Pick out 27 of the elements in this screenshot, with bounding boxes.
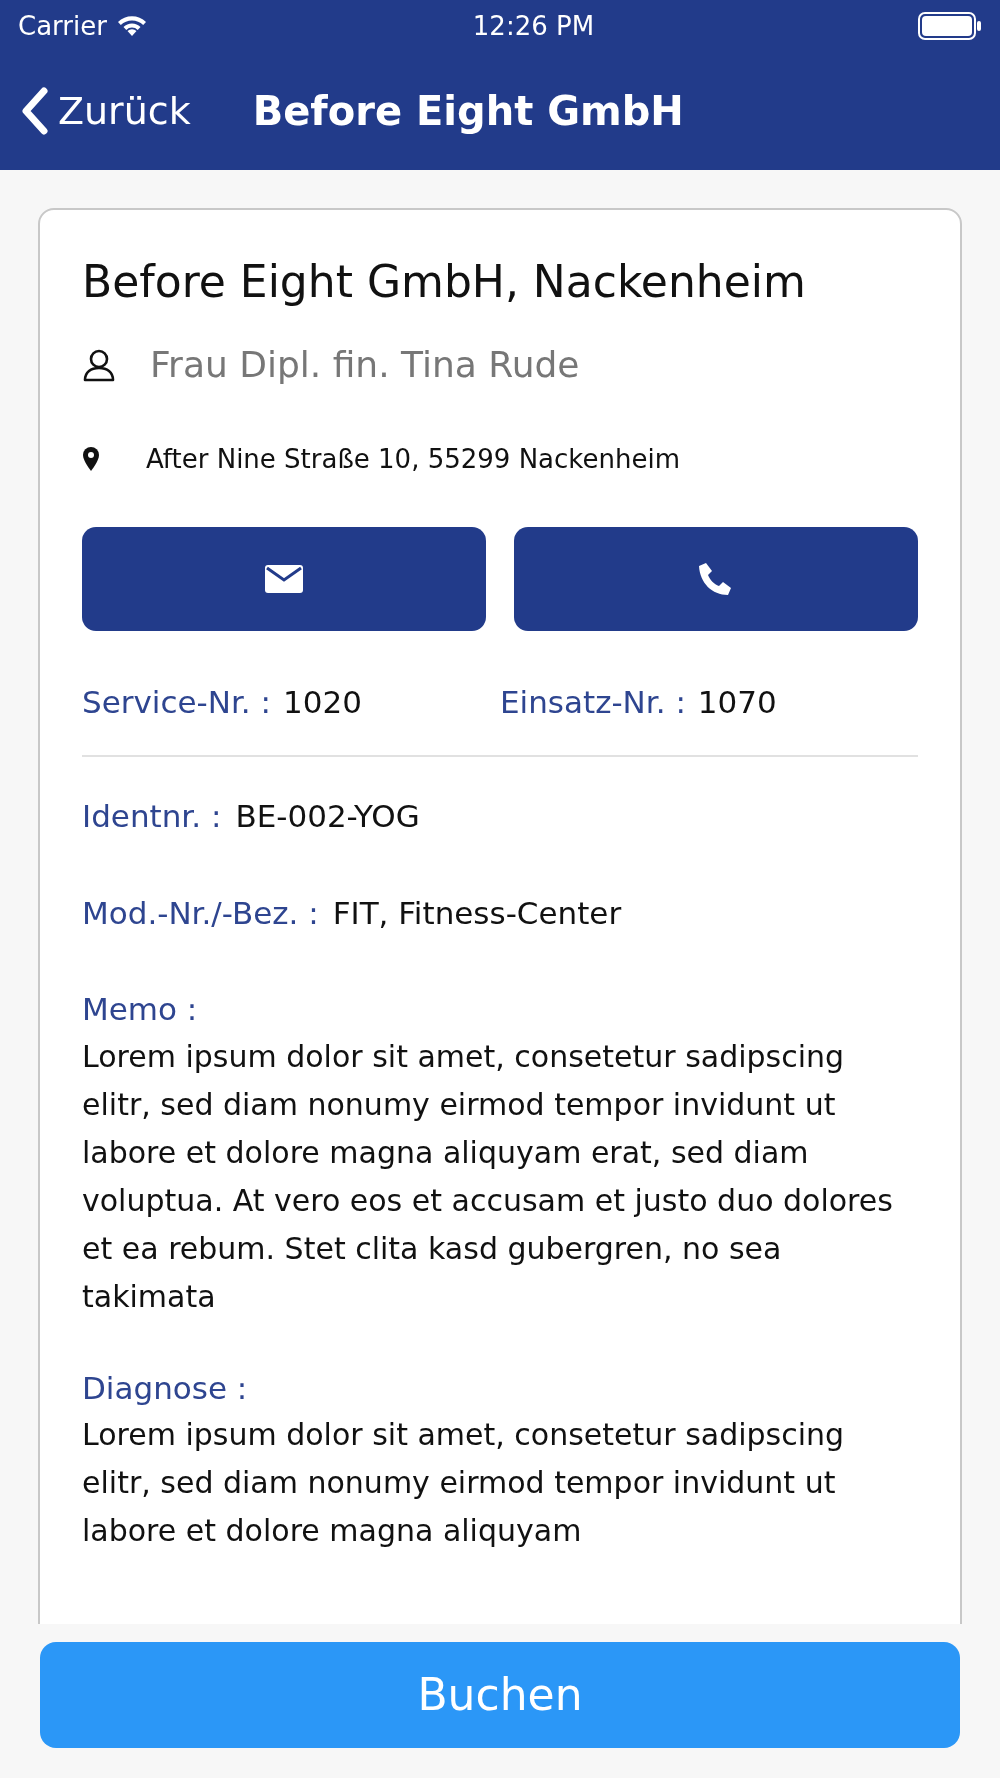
customer-name: Before Eight GmbH, Nackenheim bbox=[82, 255, 807, 309]
contact-person: Frau Dipl. fin. Tina Rude bbox=[150, 342, 580, 387]
field-label: Einsatz-Nr. : bbox=[500, 682, 686, 722]
field-value: FIT, Fitness-Center bbox=[332, 893, 622, 933]
chevron-left-icon bbox=[20, 87, 50, 135]
email-button[interactable] bbox=[82, 526, 486, 631]
field-text: Lorem ipsum dolor sit amet, consetetur sadipscing elitr, sed diam nonumy eirmod tempor invidunt ut labore et dolore magna aliquyam erat, sed diam voluptua. At vero eos et accusam et justo duo dolores et ea rebum. Stet clita kasd gubergren, no sea takimata bbox=[82, 1037, 894, 1316]
carrier-name: Carrier bbox=[18, 9, 107, 43]
field-label: Service-Nr. : bbox=[82, 682, 271, 722]
field-label: Diagnose : bbox=[82, 1368, 249, 1408]
address: After Nine Straße 10, 55299 Nackenheim bbox=[146, 442, 680, 476]
field-value: BE-002-YOG bbox=[235, 797, 420, 837]
field-label: Mod.-Nr./-Bez. : bbox=[82, 893, 319, 933]
person-icon bbox=[82, 347, 116, 382]
field-label: Identnr. : bbox=[82, 797, 222, 837]
field-value: 1070 bbox=[697, 682, 777, 722]
field-label: Memo : bbox=[82, 990, 199, 1030]
back-button[interactable]: Zurück bbox=[20, 82, 191, 140]
field-value: 1020 bbox=[283, 682, 362, 722]
envelope-icon bbox=[265, 564, 303, 593]
map-pin-icon bbox=[82, 446, 100, 473]
screen-title: Before Eight GmbH bbox=[252, 87, 684, 136]
phone-button[interactable] bbox=[514, 526, 918, 631]
clock-time: 12:26 PM bbox=[472, 9, 595, 43]
field-text: Lorem ipsum dolor sit amet, consetetur sadipscing elitr, sed diam nonumy eirmod tempor invidunt ut labore et dolore magna aliquyam bbox=[82, 1416, 846, 1551]
phone-icon bbox=[698, 560, 734, 597]
battery-icon bbox=[918, 12, 982, 40]
